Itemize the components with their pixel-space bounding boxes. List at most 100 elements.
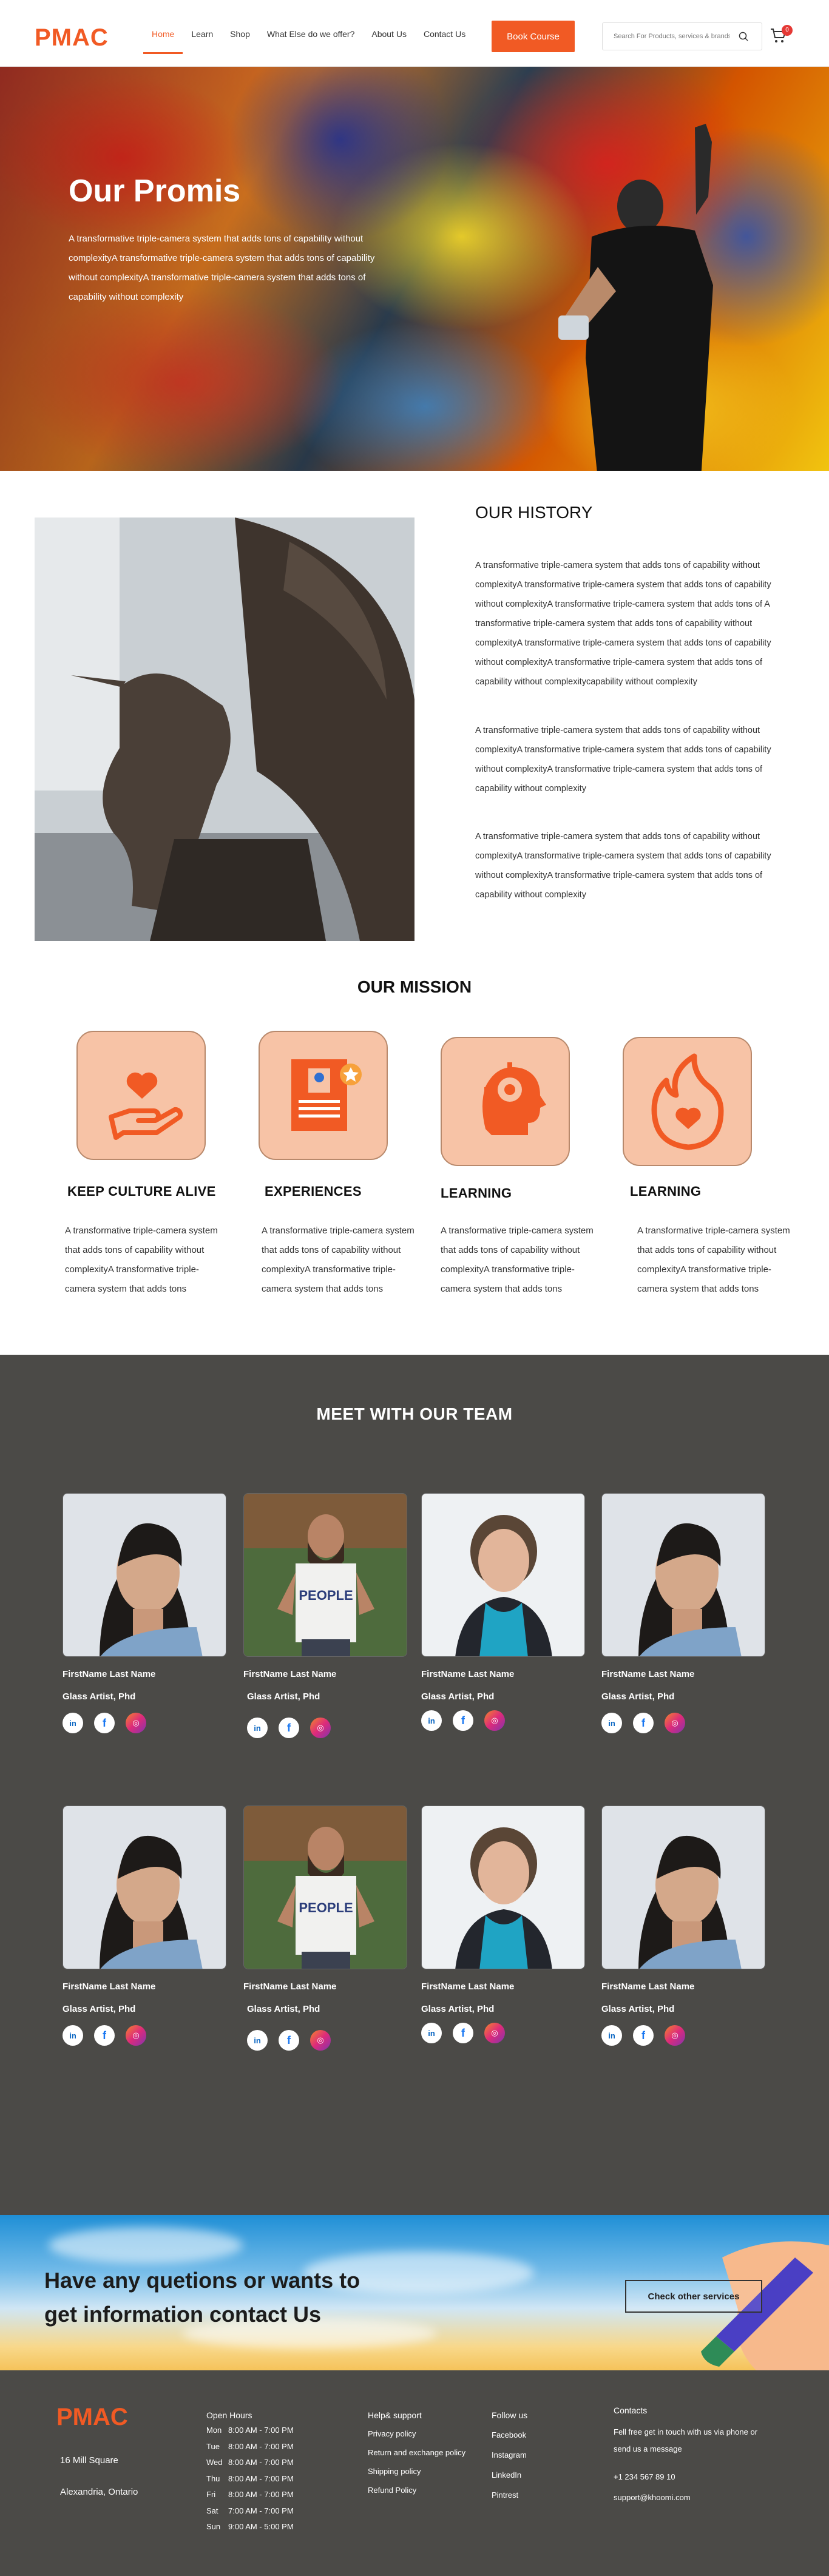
- nav-contact[interactable]: Contact Us: [415, 29, 474, 53]
- hero-title: Our Promis: [69, 174, 241, 209]
- statue-illustration: [35, 518, 414, 941]
- statue-image: [35, 518, 414, 941]
- team-photo: PEOPLE: [243, 1806, 407, 1969]
- help-title: Help& support: [368, 2410, 422, 2420]
- instagram-icon[interactable]: ◎: [665, 2025, 685, 2046]
- hero-text: A transformative triple-camera system th…: [69, 234, 375, 302]
- help-links: Privacy policy Return and exchange polic…: [368, 2424, 465, 2500]
- facebook-icon[interactable]: f: [279, 2030, 299, 2051]
- check-services-button[interactable]: Check other services: [625, 2280, 762, 2313]
- member-name: FirstName Last Name: [243, 1981, 337, 1992]
- facebook-icon[interactable]: f: [94, 1713, 115, 1733]
- hours-row: Mon 8:00 AM - 7:00 PM: [206, 2426, 294, 2435]
- mission-section: OUR MISSION KEEP CULTURE ALIVE EXPERIENC…: [0, 956, 829, 1355]
- facebook-icon[interactable]: f: [453, 2023, 473, 2043]
- heart-hand-icon: [109, 1072, 183, 1140]
- search-input[interactable]: [603, 23, 730, 50]
- social-links: in f ◎: [421, 1710, 585, 1731]
- footer-link[interactable]: LinkedIn: [492, 2465, 527, 2485]
- certificate-icon: [291, 1059, 362, 1131]
- member-name: FirstName Last Name: [63, 1981, 156, 1992]
- team-card: PEOPLE FirstName Last Name Glass Artist,…: [243, 1493, 407, 1738]
- painter-figure-image: [558, 124, 713, 471]
- brain-gear-icon: [482, 1062, 546, 1135]
- nav-what-else[interactable]: What Else do we offer?: [259, 29, 363, 53]
- nav-learn[interactable]: Learn: [183, 29, 222, 53]
- team-section: MEET WITH OUR TEAM FirstName Last Name G…: [0, 1355, 829, 2215]
- search-icon[interactable]: [739, 32, 748, 41]
- contact-email[interactable]: support@khoomi.com: [614, 2490, 691, 2506]
- social-links: in f ◎: [247, 1718, 407, 1738]
- contact-phone[interactable]: +1 234 567 89 10: [614, 2469, 675, 2486]
- nav-about[interactable]: About Us: [363, 29, 415, 53]
- instagram-icon[interactable]: ◎: [484, 1710, 505, 1731]
- mission-text: A transformative triple-camera system th…: [637, 1226, 790, 1294]
- flame-heart-icon: [651, 1053, 724, 1150]
- footer-link[interactable]: Pintrest: [492, 2485, 527, 2505]
- linkedin-icon[interactable]: in: [421, 1710, 442, 1731]
- member-role: Glass Artist, Phd: [247, 1691, 320, 1702]
- instagram-icon[interactable]: ◎: [665, 1713, 685, 1733]
- footer-link[interactable]: Instagram: [492, 2445, 527, 2465]
- instagram-icon[interactable]: ◎: [126, 1713, 146, 1733]
- member-name: FirstName Last Name: [601, 1669, 695, 1679]
- member-name: FirstName Last Name: [63, 1669, 156, 1679]
- linkedin-icon[interactable]: in: [247, 2030, 268, 2051]
- footer-link[interactable]: Refund Policy: [368, 2481, 465, 2500]
- team-photo: [63, 1493, 226, 1657]
- facebook-icon[interactable]: f: [453, 1710, 473, 1731]
- linkedin-icon[interactable]: in: [601, 2025, 622, 2046]
- team-card: PEOPLE FirstName Last Name Glass Artist,…: [243, 1806, 407, 2051]
- footer-link[interactable]: Shipping policy: [368, 2462, 465, 2481]
- member-name: FirstName Last Name: [421, 1981, 515, 1992]
- instagram-icon[interactable]: ◎: [484, 2023, 505, 2043]
- member-name: FirstName Last Name: [601, 1981, 695, 1992]
- hours-row: Wed 8:00 AM - 7:00 PM: [206, 2458, 294, 2467]
- history-title: OUR HISTORY: [475, 503, 593, 522]
- linkedin-icon[interactable]: in: [601, 1713, 622, 1733]
- mission-icon-tile: [259, 1031, 388, 1160]
- team-card: FirstName Last Name Glass Artist, Phd in…: [601, 1493, 765, 1733]
- team-photo: [601, 1806, 765, 1969]
- cart-button[interactable]: 0: [770, 25, 794, 46]
- mission-text: A transformative triple-camera system th…: [262, 1226, 414, 1294]
- linkedin-icon[interactable]: in: [63, 2025, 83, 2046]
- social-links: in f ◎: [601, 2025, 765, 2046]
- team-photo: [421, 1806, 585, 1969]
- svg-text:PEOPLE: PEOPLE: [299, 1900, 353, 1915]
- footer-logo[interactable]: PMAC: [56, 2404, 128, 2431]
- history-paragraph: A transformative triple-camera system th…: [475, 726, 771, 794]
- instagram-icon[interactable]: ◎: [310, 2030, 331, 2051]
- book-course-button[interactable]: Book Course: [492, 21, 575, 52]
- hours-row: Sat 7:00 AM - 7:00 PM: [206, 2506, 294, 2515]
- cloud-decoration: [49, 2227, 243, 2264]
- footer-link[interactable]: Privacy policy: [368, 2424, 465, 2443]
- cta-heading: Have any quetions or wants to get inform…: [44, 2264, 360, 2332]
- hours-title: Open Hours: [206, 2410, 252, 2420]
- hours-row: Sun 9:00 AM - 5:00 PM: [206, 2522, 294, 2531]
- linkedin-icon[interactable]: in: [421, 2023, 442, 2043]
- facebook-icon[interactable]: f: [94, 2025, 115, 2046]
- mission-icon-tile: [76, 1031, 206, 1160]
- nav-shop[interactable]: Shop: [222, 29, 259, 53]
- linkedin-icon[interactable]: in: [247, 1718, 268, 1738]
- facebook-icon[interactable]: f: [633, 1713, 654, 1733]
- team-photo: [63, 1806, 226, 1969]
- team-card: FirstName Last Name Glass Artist, Phd in…: [63, 1806, 226, 2046]
- facebook-icon[interactable]: f: [633, 2025, 654, 2046]
- footer-link[interactable]: Facebook: [492, 2425, 527, 2445]
- footer-address: Alexandria, Ontario: [60, 2487, 138, 2497]
- instagram-icon[interactable]: ◎: [126, 2025, 146, 2046]
- instagram-icon[interactable]: ◎: [310, 1718, 331, 1738]
- nav-home[interactable]: Home: [143, 29, 183, 54]
- site-footer: PMAC 16 Mill Square Alexandria, Ontario …: [0, 2370, 829, 2576]
- logo[interactable]: PMAC: [35, 24, 109, 52]
- facebook-icon[interactable]: f: [279, 1718, 299, 1738]
- team-photo: [421, 1493, 585, 1657]
- mission-title: OUR MISSION: [357, 977, 472, 996]
- team-photo: PEOPLE: [243, 1493, 407, 1657]
- linkedin-icon[interactable]: in: [63, 1713, 83, 1733]
- member-role: Glass Artist, Phd: [601, 2004, 675, 2014]
- footer-link[interactable]: Return and exchange policy: [368, 2443, 465, 2462]
- social-links: in f ◎: [601, 1713, 765, 1733]
